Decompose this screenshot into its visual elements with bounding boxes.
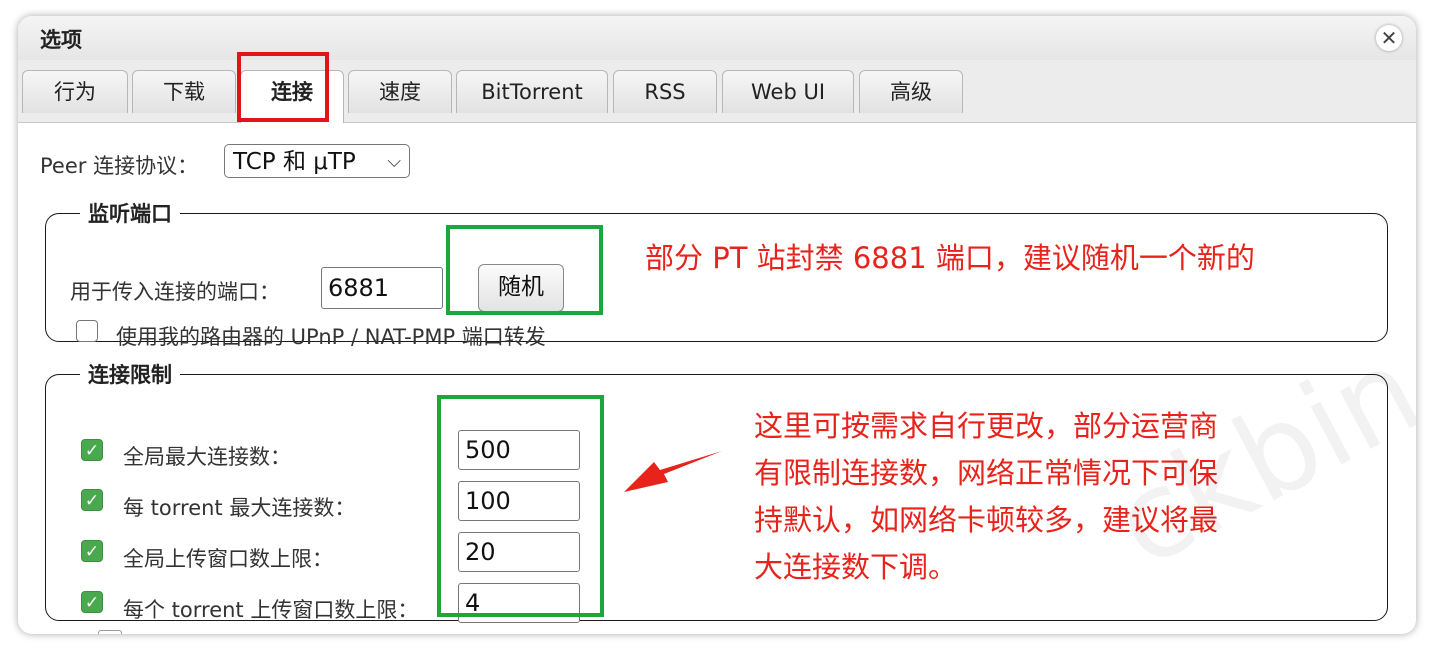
listening-port-legend: 监听端口 bbox=[88, 202, 172, 226]
close-icon[interactable]: ✕ bbox=[1376, 25, 1402, 51]
upnp-label: 使用我的路由器的 UPnP / NAT-PMP 端口转发 bbox=[116, 325, 546, 349]
global-upload-slots-checkbox[interactable]: ✓ bbox=[81, 540, 103, 562]
port-highlight-box bbox=[446, 225, 603, 315]
tab-bittorrent[interactable]: BitTorrent bbox=[456, 70, 608, 113]
port-annotation: 部分 PT 站封禁 6881 端口，建议随机一个新的 bbox=[645, 241, 1255, 275]
peer-protocol-select[interactable]: TCP 和 μTP ⌵ bbox=[224, 144, 410, 178]
upnp-checkbox[interactable] bbox=[76, 320, 98, 342]
connection-limits-legend: 连接限制 bbox=[88, 363, 172, 387]
dialog-title: 选项 bbox=[40, 28, 82, 52]
tab-web-ui[interactable]: Web UI bbox=[722, 70, 854, 113]
peer-protocol-value: TCP 和 μTP bbox=[233, 149, 356, 175]
tab-bar: 行为 下载 连接 速度 BitTorrent RSS Web UI 高级 bbox=[18, 60, 1416, 123]
port-input[interactable]: 6881 bbox=[321, 267, 443, 309]
global-max-connections-checkbox[interactable]: ✓ bbox=[81, 439, 103, 461]
tab-rss[interactable]: RSS bbox=[613, 70, 717, 113]
peer-protocol-label: Peer 连接协议： bbox=[40, 154, 199, 178]
tab-behavior[interactable]: 行为 bbox=[22, 70, 128, 113]
global-upload-slots-label: 全局上传窗口数上限： bbox=[123, 547, 333, 571]
per-torrent-max-connections-label: 每 torrent 最大连接数： bbox=[123, 496, 356, 520]
per-torrent-upload-slots-checkbox[interactable]: ✓ bbox=[81, 591, 103, 613]
port-label: 用于传入连接的端口： bbox=[70, 280, 280, 304]
tab-advanced[interactable]: 高级 bbox=[859, 70, 963, 113]
tab-speed[interactable]: 速度 bbox=[348, 70, 452, 113]
global-max-connections-label: 全局最大连接数： bbox=[123, 445, 291, 469]
limits-highlight-box bbox=[437, 395, 604, 617]
options-dialog: 选项 ✕ 行为 下载 连接 速度 BitTorrent RSS Web UI 高… bbox=[18, 16, 1416, 634]
tab-downloads[interactable]: 下载 bbox=[132, 70, 236, 113]
arrow-icon bbox=[624, 451, 722, 492]
per-torrent-max-connections-checkbox[interactable]: ✓ bbox=[81, 489, 103, 511]
chevron-down-icon: ⌵ bbox=[387, 151, 401, 172]
tab-highlight-box bbox=[237, 52, 329, 122]
partial-checkbox bbox=[98, 630, 122, 634]
title-bar: 选项 ✕ bbox=[18, 16, 1416, 60]
per-torrent-upload-slots-label: 每个 torrent 上传窗口数上限： bbox=[123, 598, 419, 622]
